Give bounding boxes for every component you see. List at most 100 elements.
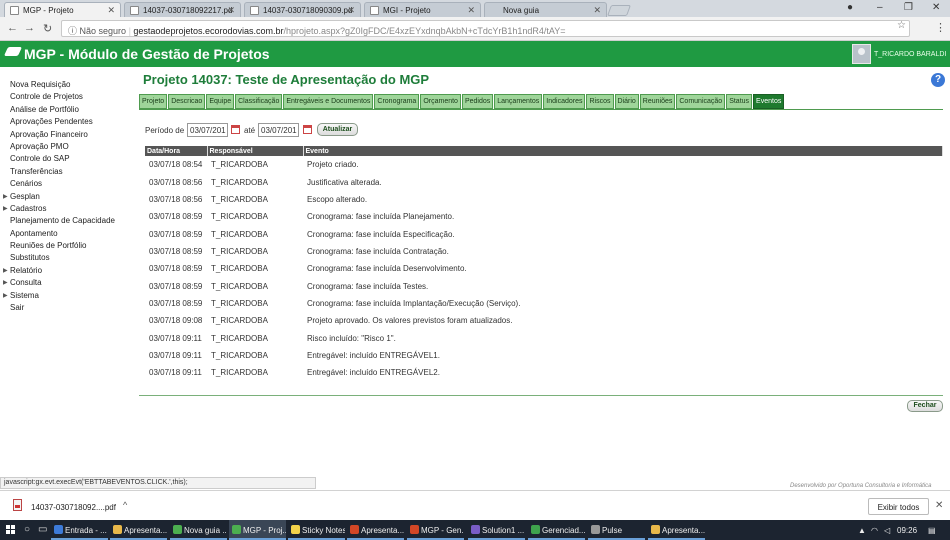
project-tab[interactable]: Eventos [753,94,785,109]
sidebar-item[interactable]: ▶ Consulta [0,278,135,290]
sidebar-item[interactable]: Cenários [0,179,135,191]
project-tab[interactable]: Riscos [586,94,614,109]
column-header[interactable]: Responsável [207,146,304,156]
sidebar-item[interactable]: Substitutos [0,253,135,265]
taskbar-app[interactable]: Solution1 ... [468,520,525,540]
reload-icon[interactable]: ↻ [43,22,52,35]
sidebar-item[interactable]: Aprovação PMO [0,142,135,154]
sidebar-item[interactable]: Controle do SAP [0,154,135,166]
forward-icon[interactable]: → [24,22,35,34]
table-row: 03/07/18 08:59 T_RICARDOBA Cronograma: fas… [145,277,943,294]
close-tab-icon[interactable]: ✕ [347,5,355,16]
browser-menu-icon[interactable]: ⋮ [935,21,946,34]
sidebar-item[interactable]: Aprovação Financeiro [0,130,135,142]
calendar-icon[interactable] [231,125,240,134]
network-icon[interactable]: ▲ [858,526,866,535]
taskbar-app[interactable]: Apresenta... [648,520,705,540]
project-tab[interactable]: Pedidos [461,94,494,109]
search-icon[interactable]: ○ [24,524,30,535]
app-icon [651,525,660,534]
task-view-icon[interactable]: ▭ [38,524,47,535]
profile-icon[interactable]: ● [847,2,853,13]
notifications-icon[interactable]: ▤ [928,526,936,535]
browser-tab[interactable]: Nova guia ✕ [484,2,607,17]
close-tab-icon[interactable]: ✕ [227,5,235,16]
project-tab[interactable]: Orçamento [420,94,461,109]
expand-arrow-icon[interactable]: ▶ [3,205,8,212]
taskbar-app[interactable]: Gerenciad... [528,520,585,540]
download-file-name[interactable]: 14037-030718092....pdf [31,503,116,512]
column-header[interactable]: Evento [303,146,943,156]
date-from-field[interactable]: 03/07/201 [187,123,228,137]
close-tab-icon[interactable]: ✕ [107,5,115,16]
sidebar-item[interactable]: ▶ Sistema [0,291,135,303]
project-tab[interactable]: Cronograma [374,94,420,109]
taskbar-app[interactable]: Sticky Notes [288,520,345,540]
back-icon[interactable]: ← [7,22,18,34]
close-tab-icon[interactable]: ✕ [467,5,475,16]
browser-tab[interactable]: 14037-030718090309.pd ✕ [244,2,361,17]
project-tab[interactable]: Lançamentos [494,94,543,109]
sidebar-item[interactable]: Análise de Portfólio [0,105,135,117]
project-tab[interactable]: Comunicação [676,94,726,109]
sidebar-item[interactable]: ▶ Relatório [0,266,135,278]
column-header[interactable]: Data/Hora [145,146,208,156]
expand-arrow-icon[interactable]: ▶ [3,279,8,286]
help-icon[interactable]: ? [931,73,945,87]
show-all-button[interactable]: Exibir todos [868,498,929,515]
sidebar-item[interactable]: Planejamento de Capacidade [0,216,135,228]
minimize-icon[interactable]: – [877,2,883,13]
project-tab[interactable]: Reuniões [639,94,676,109]
browser-tab[interactable]: MGP - Projeto ✕ [4,2,121,17]
user-name[interactable]: T_RICARDO BARALDI [874,51,946,58]
taskbar-app[interactable]: Entrada - ... [51,520,108,540]
project-tab[interactable]: Indicadores [543,94,586,109]
project-tab[interactable]: Classificação [235,94,283,109]
expand-arrow-icon[interactable]: ▶ [3,267,8,274]
project-tab[interactable]: Diário [614,94,639,109]
calendar-icon[interactable] [303,125,312,134]
close-tab-icon[interactable]: ✕ [593,5,601,16]
project-tab[interactable]: Entregáveis e Documentos [283,94,374,109]
close-window-icon[interactable]: ✕ [932,2,940,13]
browser-tab[interactable]: 14037-030718092217.pd ✕ [124,2,241,17]
sidebar-item[interactable]: Transferências [0,167,135,179]
bookmark-star-icon[interactable]: ☆ [897,20,906,31]
close-button[interactable]: Fechar [907,400,943,412]
taskbar-app[interactable]: MGP - Gen... [407,520,464,540]
sidebar-item[interactable]: Sair [0,303,135,315]
date-to-field[interactable]: 03/07/201 [258,123,299,137]
taskbar-app[interactable]: MGP - Proj... [229,520,286,540]
taskbar-app[interactable]: Pulse [588,520,645,540]
sidebar-item[interactable]: Apontamento [0,229,135,241]
maximize-icon[interactable]: ❐ [904,2,913,13]
sidebar-item[interactable]: Aprovações Pendentes [0,117,135,129]
expand-arrow-icon[interactable]: ▶ [3,193,8,200]
avatar[interactable] [852,44,871,64]
taskbar-app[interactable]: Nova guia ... [170,520,227,540]
project-tab[interactable]: Descricao [168,94,206,109]
windows-start-icon[interactable] [6,525,16,535]
chevron-up-icon[interactable]: ^ [123,500,127,510]
sidebar-item[interactable]: Controle de Projetos [0,92,135,104]
info-icon[interactable]: ⓘ [68,26,80,36]
close-icon[interactable]: ✕ [935,500,943,511]
browser-tab[interactable]: MGI - Projeto ✕ [364,2,481,17]
sidebar-item[interactable]: ▶ Gesplan [0,192,135,204]
sidebar-item[interactable]: ▶ Cadastros [0,204,135,216]
taskbar-app[interactable]: Apresenta... [110,520,167,540]
project-tab[interactable]: Projeto [139,94,168,109]
sidebar-item[interactable]: Reuniões de Portfólio [0,241,135,253]
sidebar-item[interactable]: Nova Requisição [0,80,135,92]
expand-arrow-icon[interactable]: ▶ [3,292,8,299]
wifi-icon[interactable]: ◠ [871,526,878,535]
refresh-button[interactable]: Atualizar [317,123,358,136]
taskbar-app[interactable]: Apresentа... [347,520,404,540]
new-tab-button[interactable] [606,5,632,16]
url-field[interactable]: ⓘ Não seguro | gestaodeprojetos.ecorodov… [61,20,910,37]
clock[interactable]: 09:26 [897,526,917,535]
project-tab[interactable]: Equipe [206,94,235,109]
volume-icon[interactable]: ◁ [884,526,890,535]
taskbar-app-label: MGP - Gen... [421,526,464,535]
project-tab[interactable]: Status [726,94,753,109]
